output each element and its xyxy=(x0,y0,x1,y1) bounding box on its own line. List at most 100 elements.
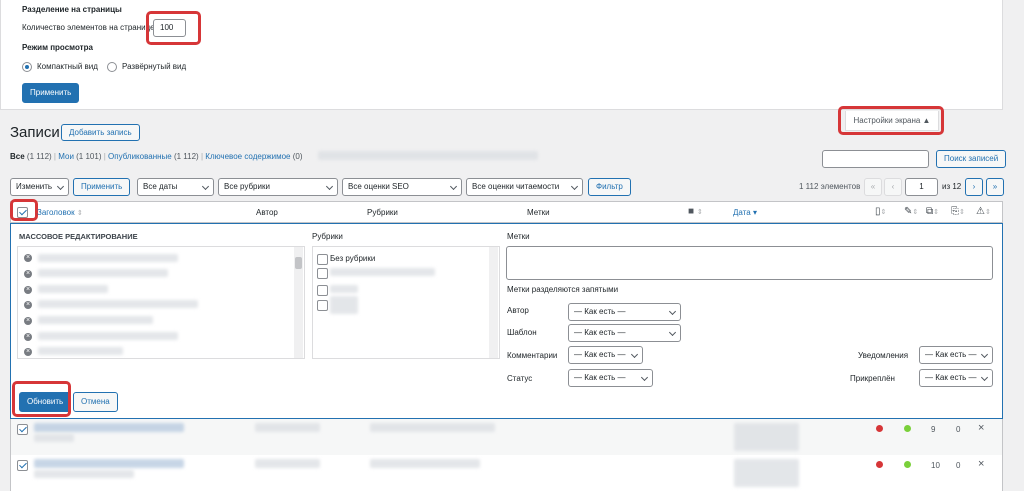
highlight-update xyxy=(12,381,71,417)
pagination-heading: Разделение на страницы xyxy=(22,5,122,14)
blurred-row-date xyxy=(734,423,799,451)
remove-item-icon[interactable]: × xyxy=(24,270,32,278)
bulk-comments-select[interactable]: — Как есть — xyxy=(568,346,643,364)
categories-filter[interactable]: Все рубрики xyxy=(218,178,338,196)
column-categories: Рубрики xyxy=(367,208,398,217)
readability-column-icon[interactable]: ✎⇕ xyxy=(904,206,918,217)
bulk-tags-label: Метки xyxy=(507,232,530,241)
readability-dot xyxy=(904,425,911,432)
radio-compact[interactable] xyxy=(22,62,32,72)
highlight-items-per-page xyxy=(146,11,201,45)
blurred-row-date xyxy=(734,459,799,487)
bulk-author-select[interactable]: — Как есть — xyxy=(568,303,681,321)
category-checkbox[interactable] xyxy=(317,254,328,265)
blurred-row-author xyxy=(255,423,320,432)
radio-expanded-label: Развёрнутый вид xyxy=(122,62,187,71)
filter-sep: | xyxy=(103,152,106,161)
filter-cornerstone[interactable]: Ключевое содержимое xyxy=(205,152,290,161)
table-header xyxy=(10,201,1003,223)
incoming-links-count: 0 xyxy=(956,461,961,470)
blurred-category xyxy=(330,296,358,314)
column-tags: Метки xyxy=(527,208,550,217)
highlight-screen-options xyxy=(838,106,944,135)
remove-item-icon[interactable]: × xyxy=(24,301,32,309)
bulk-titles-scrollbar[interactable] xyxy=(294,247,303,358)
prev-page-button[interactable]: ‹ xyxy=(884,178,902,196)
filter-published[interactable]: Опубликованные xyxy=(108,152,172,161)
readability-filter[interactable]: Все оценки читаемости xyxy=(466,178,583,196)
remove-item-icon[interactable]: × xyxy=(24,286,32,294)
view-mode-heading: Режим просмотра xyxy=(22,43,93,52)
search-posts-button[interactable]: Поиск записей xyxy=(936,150,1007,168)
blurred-category xyxy=(330,268,435,276)
category-checkbox[interactable] xyxy=(317,300,328,311)
readability-dot xyxy=(904,461,911,468)
bulk-notifications-select[interactable]: — Как есть — xyxy=(919,346,993,364)
bulk-template-select[interactable]: — Как есть — xyxy=(568,324,681,342)
post-status-filters: Все (1 112) | Мои (1 101) | Опубликованн… xyxy=(10,152,303,161)
bulk-categories-label: Рубрики xyxy=(312,232,343,241)
bulk-comments-label: Комментарии xyxy=(507,351,558,360)
remove-item-icon[interactable]: × xyxy=(24,333,32,341)
remove-item-icon[interactable]: × xyxy=(24,254,32,262)
bulk-tags-textarea[interactable] xyxy=(506,246,993,280)
column-date[interactable]: Дата ▾ xyxy=(733,208,757,217)
screen-options-apply-button[interactable]: Применить xyxy=(22,83,80,103)
total-pages: из 12 xyxy=(942,182,962,191)
bulk-apply-button[interactable]: Применить xyxy=(73,178,131,196)
items-count: 1 112 элементов xyxy=(799,182,861,191)
blurred-row-title xyxy=(34,434,74,442)
filter-sep: | xyxy=(53,152,56,161)
bulk-categories-scrollbar[interactable] xyxy=(489,247,498,358)
filter-mine-count: (1 101) xyxy=(76,152,102,161)
seo-score-dot xyxy=(876,461,883,468)
blurred-row-title xyxy=(34,470,134,478)
search-input[interactable] xyxy=(822,150,929,168)
bulk-status-select[interactable]: — Как есть — xyxy=(568,369,653,387)
filter-button[interactable]: Фильтр xyxy=(588,178,631,196)
remove-row-icon[interactable]: × xyxy=(978,458,984,470)
category-no-category: Без рубрики xyxy=(330,254,376,263)
incoming-links-column-icon[interactable]: ⎘⇕ xyxy=(951,206,965,217)
bulk-sticky-select[interactable]: — Как есть — xyxy=(919,369,993,387)
outgoing-links-count: 9 xyxy=(931,425,936,434)
blurred-post-title xyxy=(38,332,178,340)
comments-column-icon[interactable]: ■ ⇕ xyxy=(688,206,703,217)
add-new-post-button[interactable]: Добавить запись xyxy=(61,124,140,141)
current-page-input[interactable]: 1 xyxy=(905,178,938,196)
seo-score-dot xyxy=(876,425,883,432)
next-page-button[interactable]: › xyxy=(965,178,983,196)
outgoing-links-column-icon[interactable]: ⧉⇕ xyxy=(926,206,939,217)
column-author: Автор xyxy=(256,208,278,217)
dates-filter[interactable]: Все даты xyxy=(137,178,214,196)
filter-all[interactable]: Все xyxy=(10,152,25,161)
bulk-action-select[interactable]: Изменить xyxy=(10,178,69,196)
remove-row-icon[interactable]: × xyxy=(978,422,984,434)
seo-score-column-icon[interactable]: ▯⇕ xyxy=(875,206,886,217)
filter-cornerstone-count: (0) xyxy=(292,152,303,161)
radio-expanded[interactable] xyxy=(107,62,117,72)
row-checkbox[interactable] xyxy=(17,460,28,471)
first-page-button[interactable]: « xyxy=(864,178,882,196)
blurred-row-title xyxy=(34,423,184,432)
column-title[interactable]: Заголовок ⇕ xyxy=(37,208,83,217)
remove-item-icon[interactable]: × xyxy=(24,348,32,356)
warning-column-icon[interactable]: ⚠⇕ xyxy=(976,206,991,217)
row-checkbox[interactable] xyxy=(17,424,28,435)
blurred-row-title xyxy=(34,459,184,468)
remove-item-icon[interactable]: × xyxy=(24,317,32,325)
last-page-button[interactable]: » xyxy=(986,178,1004,196)
category-checkbox[interactable] xyxy=(317,268,328,279)
blurred-row-author xyxy=(255,459,320,468)
blurred-row-categories xyxy=(370,459,480,468)
category-checkbox[interactable] xyxy=(317,285,328,296)
bulk-tags-hint: Метки разделяются запятыми xyxy=(507,285,619,294)
incoming-links-count: 0 xyxy=(956,425,961,434)
seo-filter[interactable]: Все оценки SEO xyxy=(342,178,462,196)
outgoing-links-count: 10 xyxy=(931,461,940,470)
radio-compact-label: Компактный вид xyxy=(37,62,98,71)
blurred-category xyxy=(330,285,358,293)
bulk-cancel-button[interactable]: Отмена xyxy=(73,392,118,412)
filter-mine[interactable]: Мои xyxy=(58,152,74,161)
bulk-edit-heading: МАССОВОЕ РЕДАКТИРОВАНИЕ xyxy=(19,232,138,241)
